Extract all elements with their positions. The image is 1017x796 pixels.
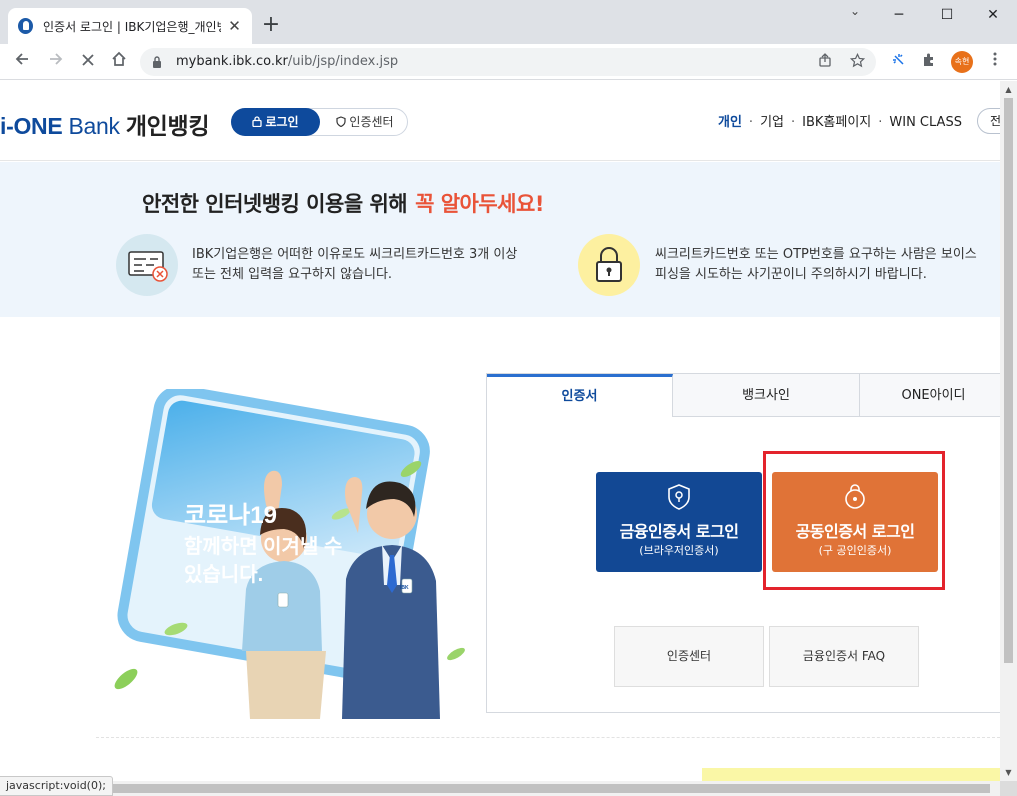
- browser-tab[interactable]: 인증서 로그인 | IBK기업은행_개인뱅킹 ✕: [8, 8, 252, 44]
- new-tab-button[interactable]: +: [258, 12, 284, 38]
- promo-line-3: 있습니다.: [184, 563, 263, 586]
- share-icon[interactable]: [816, 53, 834, 71]
- browser-window: 인증서 로그인 | IBK기업은행_개인뱅킹 ✕ + ⌄ ─ ☐ ✕ myban…: [0, 0, 1017, 796]
- browser-menu-icon[interactable]: [985, 52, 1005, 72]
- login-tab-button[interactable]: 로그인: [231, 108, 320, 136]
- tab-banksign[interactable]: 뱅크사인: [673, 374, 860, 417]
- site-header: i-ONE Bank 개인뱅킹 로그인 인증센터 개인 · 기업 · IBK홈페이지 · W…: [0, 81, 1000, 161]
- shield-icon: [336, 116, 347, 128]
- login-mode-toggle: 로그인 인증센터: [231, 108, 408, 136]
- tab-title: 인증서 로그인 | IBK기업은행_개인뱅킹: [42, 19, 221, 34]
- cert-center-button[interactable]: 인증센터: [614, 626, 764, 687]
- lock-icon: [252, 116, 263, 128]
- lock-icon: [153, 56, 161, 68]
- cert-center-tab-button[interactable]: 인증센터: [322, 109, 408, 135]
- scroll-up-arrow-icon[interactable]: ▲: [1000, 81, 1017, 98]
- nav-ibk-homepage[interactable]: IBK홈페이지: [802, 111, 871, 130]
- profile-avatar[interactable]: 속현: [951, 51, 973, 73]
- scrollbar-corner: [1000, 781, 1017, 796]
- ibk-favicon-icon: [18, 18, 33, 34]
- back-arrow-icon[interactable]: [8, 48, 36, 76]
- tab-close-icon[interactable]: ✕: [227, 17, 242, 35]
- close-window-button[interactable]: ✕: [970, 0, 1016, 30]
- highlight-frame: [763, 451, 945, 590]
- promo-line-1: 코로나19: [184, 502, 277, 529]
- status-bar-url: javascript:void(0);: [0, 776, 113, 796]
- minimize-button[interactable]: ─: [876, 0, 922, 30]
- notice-title: 안전한 인터넷뱅킹 이용을 위해 꼭 알아두세요!: [142, 192, 544, 216]
- tab-one-id[interactable]: ONE아이디: [860, 374, 1000, 417]
- notice-item-1: IBK기업은행은 어떠한 이유로도 씨크리트카드번호 3개 이상 또는 전체 입력…: [192, 247, 518, 282]
- financial-cert-title: 금융인증서 로그인: [619, 522, 739, 541]
- extensions-puzzle-icon[interactable]: [919, 52, 939, 72]
- horizontal-scroll-thumb[interactable]: [106, 784, 990, 793]
- covid19-campaign-banner: 코로나19 함께하면 이겨낼 수 있습니다. IBK: [96, 385, 476, 719]
- padlock-icon: [578, 234, 640, 296]
- financial-cert-subtitle: (브라우저인증서): [639, 544, 719, 557]
- tab-strip: 인증서 로그인 | IBK기업은행_개인뱅킹 ✕ + ⌄ ─ ☐ ✕: [0, 0, 1017, 44]
- horizontal-scrollbar[interactable]: [0, 781, 1000, 796]
- header-pill-button[interactable]: 전: [977, 108, 1000, 134]
- scroll-down-arrow-icon[interactable]: ▼: [1000, 764, 1017, 781]
- top-navigation: 개인 · 기업 · IBK홈페이지 · WIN CLASS: [718, 111, 962, 130]
- maximize-button[interactable]: ☐: [924, 0, 970, 30]
- home-icon[interactable]: [105, 48, 133, 76]
- forward-arrow-icon[interactable]: [42, 48, 70, 76]
- campaign-illustration: 코로나19 함께하면 이겨낼 수 있습니다. IBK: [114, 385, 465, 719]
- extension-sparkle-icon[interactable]: [889, 52, 909, 72]
- browser-toolbar: mybank.ibk.co.kr/uib/jsp/index.jsp: [0, 44, 1017, 80]
- tab-certificate[interactable]: 인증서: [487, 374, 673, 417]
- bookmark-star-icon[interactable]: [848, 52, 866, 71]
- url-text: mybank.ibk.co.kr/uib/jsp/index.jsp: [176, 54, 399, 69]
- notice-item-2: 씨크리트카드번호 또는 OTP번호를 요구하는 사람은 보이스 피싱을 시도하는 …: [655, 247, 977, 282]
- page-viewport: i-ONE Bank 개인뱅킹 로그인 인증센터 개인 · 기업 · IBK홈페이지 · W…: [0, 81, 1000, 781]
- vertical-scroll-thumb[interactable]: [1004, 98, 1013, 663]
- nav-corporate[interactable]: 기업: [760, 111, 784, 130]
- section-divider: [96, 737, 1000, 738]
- secret-card-icon: [116, 234, 178, 296]
- highlight-bar: [702, 768, 1000, 781]
- shield-location-icon: [668, 484, 690, 510]
- address-bar[interactable]: mybank.ibk.co.kr/uib/jsp/index.jsp: [140, 48, 876, 76]
- financial-cert-faq-button[interactable]: 금융인증서 FAQ: [769, 626, 919, 687]
- nav-personal[interactable]: 개인: [718, 111, 742, 130]
- stop-loading-icon[interactable]: [74, 48, 102, 76]
- financial-cert-login-button[interactable]: 금융인증서 로그인 (브라우저인증서): [596, 472, 762, 572]
- nav-win-class[interactable]: WIN CLASS: [889, 115, 962, 130]
- employee-badge: IBK: [400, 585, 409, 591]
- tab-search-button[interactable]: ⌄: [840, 4, 870, 28]
- promo-line-2: 함께하면 이겨낼 수: [184, 535, 342, 558]
- ione-bank-logo[interactable]: i-ONE Bank 개인뱅킹: [0, 107, 210, 141]
- security-notice: 안전한 인터넷뱅킹 이용을 위해 꼭 알아두세요! IBK기업은행은 어떠한 이유…: [0, 162, 1000, 317]
- vertical-scrollbar[interactable]: ▲ ▼: [1000, 81, 1017, 781]
